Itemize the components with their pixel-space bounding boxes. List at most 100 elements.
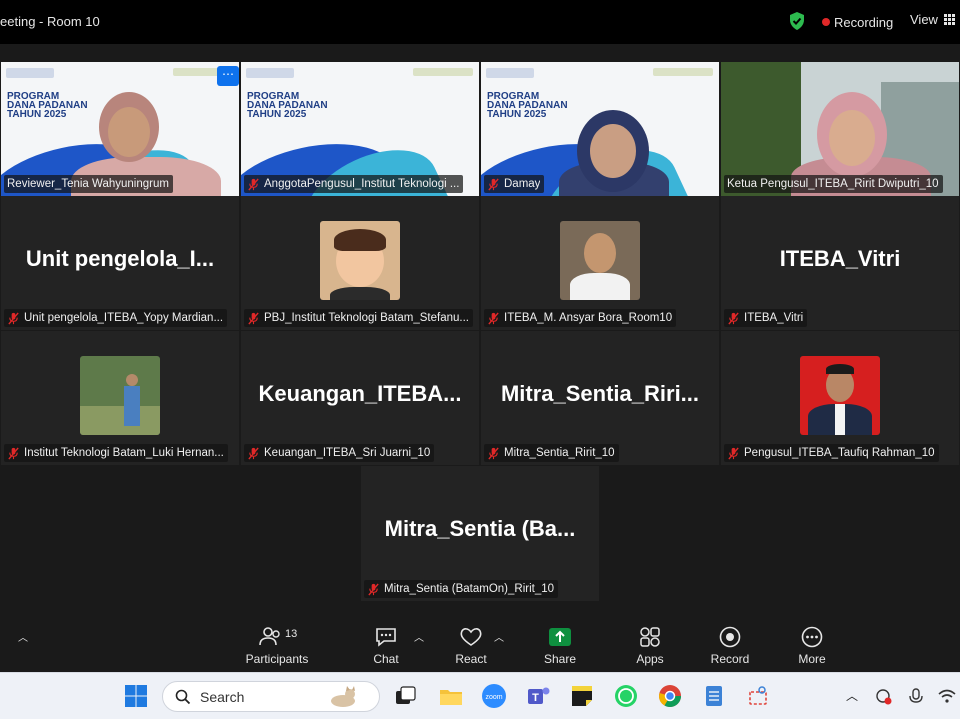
- muted-mic-icon: [488, 177, 499, 191]
- sticky-notes-icon[interactable]: [568, 682, 596, 710]
- chrome-icon[interactable]: [656, 682, 684, 710]
- participant-namebar: Keuangan_ITEBA_Sri Juarni_10: [244, 444, 435, 462]
- participant-tile[interactable]: PROGRAM DANA PADANAN TAHUN 2025 Damay: [481, 62, 719, 196]
- recording-label[interactable]: Recording: [834, 15, 893, 30]
- avatar-shirt: [330, 287, 390, 300]
- tile-more-options-button[interactable]: ⋯: [217, 66, 239, 86]
- avatar-body: [124, 386, 140, 426]
- participant-tile[interactable]: Unit pengelola_I... Unit pengelola_ITEBA…: [1, 196, 239, 330]
- participants-button[interactable]: 13 Participants: [242, 613, 312, 672]
- more-button[interactable]: More: [792, 613, 832, 672]
- notepad-icon[interactable]: [700, 682, 728, 710]
- react-options-caret-icon[interactable]: ︿: [494, 629, 504, 644]
- participant-tile[interactable]: Pengusul_ITEBA_Taufiq Rahman_10: [721, 331, 959, 465]
- avatar: [800, 356, 880, 435]
- muted-mic-icon: [488, 311, 499, 325]
- meeting-toolbar: ︿ 13 Participants Chat ︿ React ︿ Share A…: [0, 613, 960, 672]
- participant-tile[interactable]: Mitra_Sentia (Ba... Mitra_Sentia (BatamO…: [361, 466, 599, 601]
- participant-display-name: Mitra_Sentia (Ba...: [384, 516, 576, 541]
- shield-icon[interactable]: [788, 11, 806, 31]
- apps-icon: [640, 627, 660, 647]
- muted-mic-icon: [248, 311, 259, 325]
- avatar-hair: [826, 364, 854, 374]
- participant-namebar: Institut Teknologi Batam_Luki Hernan...: [4, 444, 228, 462]
- microphone-icon[interactable]: [905, 682, 927, 710]
- share-label: Share: [543, 652, 577, 666]
- chat-icon: [376, 628, 396, 647]
- titlebar: eeting - Room 10 Recording View: [0, 0, 960, 44]
- person-face: [829, 110, 875, 166]
- participant-namebar: PBJ_Institut Teknologi Batam_Stefanu...: [244, 309, 473, 327]
- more-icon: [801, 626, 823, 648]
- muted-mic-icon: [368, 582, 379, 596]
- muted-mic-icon: [8, 311, 19, 325]
- slide-title: PROGRAM DANA PADANAN TAHUN 2025: [487, 91, 568, 120]
- muted-mic-icon: [8, 446, 19, 460]
- apps-button[interactable]: Apps: [630, 613, 670, 672]
- wifi-icon[interactable]: [936, 682, 958, 710]
- slide-title: PROGRAM DANA PADANAN TAHUN 2025: [247, 91, 328, 120]
- muted-mic-icon: [248, 177, 259, 191]
- participant-tile[interactable]: PROGRAM DANA PADANAN TAHUN 2025 AnggotaPen…: [241, 62, 479, 196]
- react-label: React: [455, 652, 487, 666]
- record-label: Record: [710, 652, 750, 666]
- participant-namebar: Reviewer_Tenia Wahyuningrum: [4, 175, 173, 193]
- record-button[interactable]: Record: [707, 613, 753, 672]
- record-icon: [719, 626, 741, 648]
- share-screen-icon: [549, 628, 571, 646]
- participant-name: AnggotaPengusul_Institut Teknologi ...: [264, 178, 460, 190]
- chat-button[interactable]: Chat: [366, 613, 406, 672]
- participant-namebar: Pengusul_ITEBA_Taufiq Rahman_10: [724, 444, 939, 462]
- avatar-ground: [80, 406, 160, 435]
- participant-name: Unit pengelola_ITEBA_Yopy Mardian...: [24, 312, 224, 324]
- search-icon: [175, 689, 191, 704]
- participant-namebar: ITEBA_Vitri: [724, 309, 808, 327]
- participants-label: Participants: [245, 652, 309, 666]
- zoom-app-icon[interactable]: zoom: [480, 682, 508, 710]
- avatar-face: [584, 233, 616, 273]
- person-face: [590, 124, 636, 178]
- partner-logo: [413, 68, 473, 76]
- participant-tile[interactable]: Mitra_Sentia_Riri... Mitra_Sentia_Ririt_…: [481, 331, 719, 465]
- apps-label: Apps: [636, 652, 664, 666]
- participant-display-name: Keuangan_ITEBA...: [258, 381, 462, 406]
- taskbar-search-box[interactable]: Search: [162, 681, 380, 712]
- participants-count: 13: [285, 628, 297, 640]
- avatar-shirt: [835, 404, 845, 435]
- slide-title: PROGRAM DANA PADANAN TAHUN 2025: [7, 91, 88, 120]
- windows-taskbar: Search zoom T ︿: [0, 672, 960, 719]
- participant-namebar: AnggotaPengusul_Institut Teknologi ...: [244, 175, 464, 193]
- participant-tile[interactable]: ITEBA_M. Ansyar Bora_Room10: [481, 196, 719, 330]
- heart-icon: [460, 628, 482, 646]
- file-explorer-icon[interactable]: [437, 682, 465, 710]
- participant-tile[interactable]: ITEBA_Vitri ITEBA_Vitri: [721, 196, 959, 330]
- participant-tile[interactable]: PBJ_Institut Teknologi Batam_Stefanu...: [241, 196, 479, 330]
- participant-tile[interactable]: Institut Teknologi Batam_Luki Hernan...: [1, 331, 239, 465]
- avatar: [320, 221, 400, 300]
- snipping-tool-icon[interactable]: [744, 682, 772, 710]
- teams-icon[interactable]: T: [524, 682, 552, 710]
- recording-dot-icon: [822, 18, 830, 26]
- avatar-shirt: [570, 273, 630, 300]
- participant-name: Mitra_Sentia_Ririt_10: [504, 447, 615, 459]
- grid-view-icon: [943, 14, 955, 25]
- react-button[interactable]: React: [451, 613, 491, 672]
- task-view-icon[interactable]: [391, 682, 419, 710]
- audio-options-caret-icon[interactable]: ︿: [18, 629, 28, 644]
- participant-name: Ketua Pengusul_ITEBA_Ririt Dwiputri_10: [727, 178, 939, 190]
- chat-options-caret-icon[interactable]: ︿: [414, 629, 424, 644]
- ministry-logo: [486, 68, 534, 78]
- windows-start-icon[interactable]: [122, 682, 150, 710]
- participant-tile[interactable]: Ketua Pengusul_ITEBA_Ririt Dwiputri_10: [721, 62, 959, 196]
- whatsapp-icon[interactable]: [612, 682, 640, 710]
- network-camera-icon[interactable]: [872, 682, 894, 710]
- participant-display-name: Unit pengelola_I...: [25, 246, 215, 271]
- participant-name: Damay: [504, 178, 541, 190]
- participant-namebar: Ketua Pengusul_ITEBA_Ririt Dwiputri_10: [724, 175, 943, 193]
- show-hidden-icons-chevron-icon[interactable]: ︿: [846, 687, 858, 704]
- muted-mic-icon: [728, 446, 739, 460]
- participant-tile[interactable]: Keuangan_ITEBA... Keuangan_ITEBA_Sri Jua…: [241, 331, 479, 465]
- participant-tile[interactable]: PROGRAM DANA PADANAN TAHUN 2025 Reviewer_T…: [1, 62, 239, 196]
- view-button[interactable]: View: [910, 12, 955, 27]
- share-button[interactable]: Share: [540, 613, 580, 672]
